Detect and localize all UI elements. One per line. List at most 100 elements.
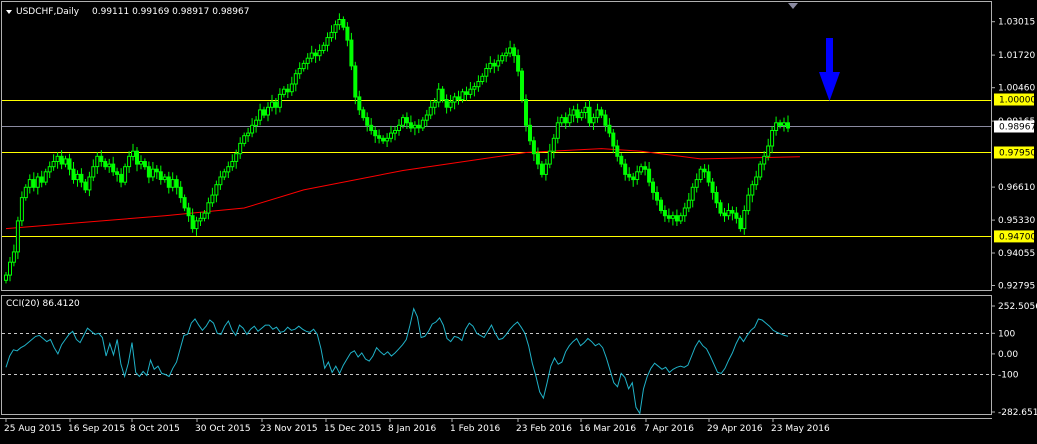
candle	[496, 54, 501, 72]
candle	[91, 159, 96, 182]
candle-body	[726, 210, 731, 217]
candle-body	[87, 176, 92, 191]
candle	[694, 173, 699, 193]
candle-body	[198, 217, 203, 222]
candle	[444, 94, 449, 114]
symbol-label: USDCHF,Daily	[16, 7, 80, 17]
candle-body	[266, 106, 270, 116]
candle-body	[476, 81, 481, 88]
candle	[674, 209, 679, 226]
candle-body	[273, 101, 278, 108]
candle-body	[464, 91, 469, 95]
candle-body	[254, 119, 259, 126]
candle-body	[567, 114, 572, 124]
candle-body	[341, 19, 346, 28]
down-arrow-icon	[819, 38, 840, 101]
candle-body	[603, 114, 608, 126]
candle-body	[754, 176, 759, 186]
candle-body	[361, 109, 366, 119]
candle-body	[639, 166, 644, 173]
candle-body	[524, 99, 528, 126]
candle-body	[706, 171, 711, 183]
candle	[289, 76, 294, 96]
candle	[619, 153, 624, 168]
candle-body	[214, 184, 219, 196]
candle-body	[218, 176, 223, 186]
cci-layer	[2, 307, 991, 415]
candle	[166, 171, 171, 194]
candle-body	[710, 181, 715, 193]
candle	[297, 62, 302, 79]
candle-body	[528, 124, 532, 142]
candle-body	[174, 179, 179, 188]
candle-body	[234, 153, 239, 162]
candle	[702, 164, 707, 178]
candle-body	[309, 52, 314, 59]
candle-body	[230, 161, 235, 168]
candle-body	[714, 192, 719, 204]
candle-body	[95, 155, 100, 168]
chart-window[interactable]: 1.030151.017201.004600.991650.966100.953…	[0, 0, 1037, 441]
candle-body	[444, 99, 449, 108]
candle	[317, 44, 322, 61]
candle-body	[424, 114, 429, 121]
candle-body	[631, 176, 636, 181]
candle	[349, 32, 354, 71]
hline-label: 0.97950	[999, 149, 1036, 159]
cci-tick-label: -282.6519	[998, 408, 1037, 418]
candle	[55, 152, 60, 169]
cci-tick-label: 0.00	[998, 350, 1018, 360]
candle-body	[746, 194, 751, 212]
candle	[607, 118, 612, 138]
candle	[63, 155, 68, 168]
candle	[524, 94, 528, 132]
candle	[424, 109, 429, 127]
candle	[230, 154, 235, 171]
chart-shift-marker-icon[interactable]	[788, 3, 798, 9]
candle	[635, 165, 640, 185]
candle-body	[158, 171, 163, 181]
candle-body	[647, 168, 652, 183]
candle	[182, 194, 187, 212]
candle-body	[397, 124, 401, 132]
candle	[51, 154, 56, 171]
candle	[345, 22, 350, 47]
candle-body	[670, 215, 675, 219]
candle-body	[103, 161, 108, 168]
candle-body	[611, 132, 616, 147]
candle-body	[619, 155, 624, 165]
candle	[71, 162, 76, 184]
menu-triangle-icon[interactable]	[6, 10, 12, 14]
candle-body	[127, 155, 132, 168]
chart-canvas[interactable]: 1.030151.017201.004600.991650.966100.953…	[0, 0, 1037, 441]
candle	[623, 158, 628, 181]
candle-body	[313, 52, 318, 57]
candle-body	[718, 202, 723, 214]
candle-body	[436, 88, 441, 103]
candle	[150, 162, 155, 182]
candle-body	[516, 55, 521, 72]
candle	[146, 161, 151, 184]
candle	[266, 102, 270, 122]
candle	[262, 106, 266, 119]
price-tick-label: 1.00460	[998, 84, 1035, 94]
candle-body	[666, 215, 671, 219]
candle	[131, 143, 135, 161]
candle-body	[333, 24, 338, 33]
candle-body	[543, 163, 548, 175]
candle-body	[107, 163, 112, 168]
candle	[270, 94, 274, 112]
candle	[539, 161, 544, 178]
candle-body	[19, 197, 24, 222]
candle	[19, 191, 24, 226]
candle	[742, 205, 747, 235]
candle-body	[11, 251, 16, 263]
candle-body	[722, 212, 727, 217]
candle-body	[238, 142, 243, 155]
candle-body	[63, 158, 68, 165]
candle	[127, 151, 132, 173]
hline-label: 1.00000	[999, 96, 1036, 106]
candle	[357, 90, 362, 115]
candle	[79, 168, 84, 188]
candle	[575, 103, 580, 123]
